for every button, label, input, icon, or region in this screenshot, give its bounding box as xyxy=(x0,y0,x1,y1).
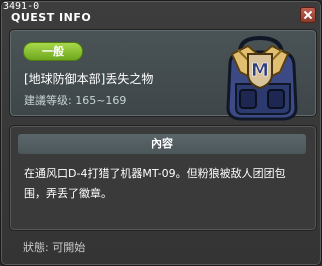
m-emblem-bag-icon: M xyxy=(210,24,310,128)
quest-info-window: 3491-0 QUEST INFO 一般 [地球防御本部]丢失之物 建議等级: … xyxy=(0,0,322,266)
quest-category-badge: 一般 xyxy=(23,42,83,61)
quest-name: [地球防御本部]丢失之物 xyxy=(24,72,154,86)
required-level: 建議等级: 165~169 xyxy=(24,94,127,107)
window-title: QUEST INFO xyxy=(11,11,92,24)
svg-text:M: M xyxy=(251,60,269,81)
quest-status: 狀態: 可開始 xyxy=(23,241,86,254)
close-button[interactable] xyxy=(300,7,316,23)
content-header: 內容 xyxy=(18,134,306,154)
quest-description: 在通风口D-4打猎了机器MT-09。但粉狼被敌人团团包围，弄丢了徽章。 xyxy=(24,167,286,200)
quest-header-panel: 一般 [地球防御本部]丢失之物 建議等级: 165~169 M xyxy=(9,29,317,121)
quest-content-panel: 內容 在通风口D-4打猎了机器MT-09。但粉狼被敌人团团包围，弄丢了徽章。 xyxy=(9,125,317,231)
